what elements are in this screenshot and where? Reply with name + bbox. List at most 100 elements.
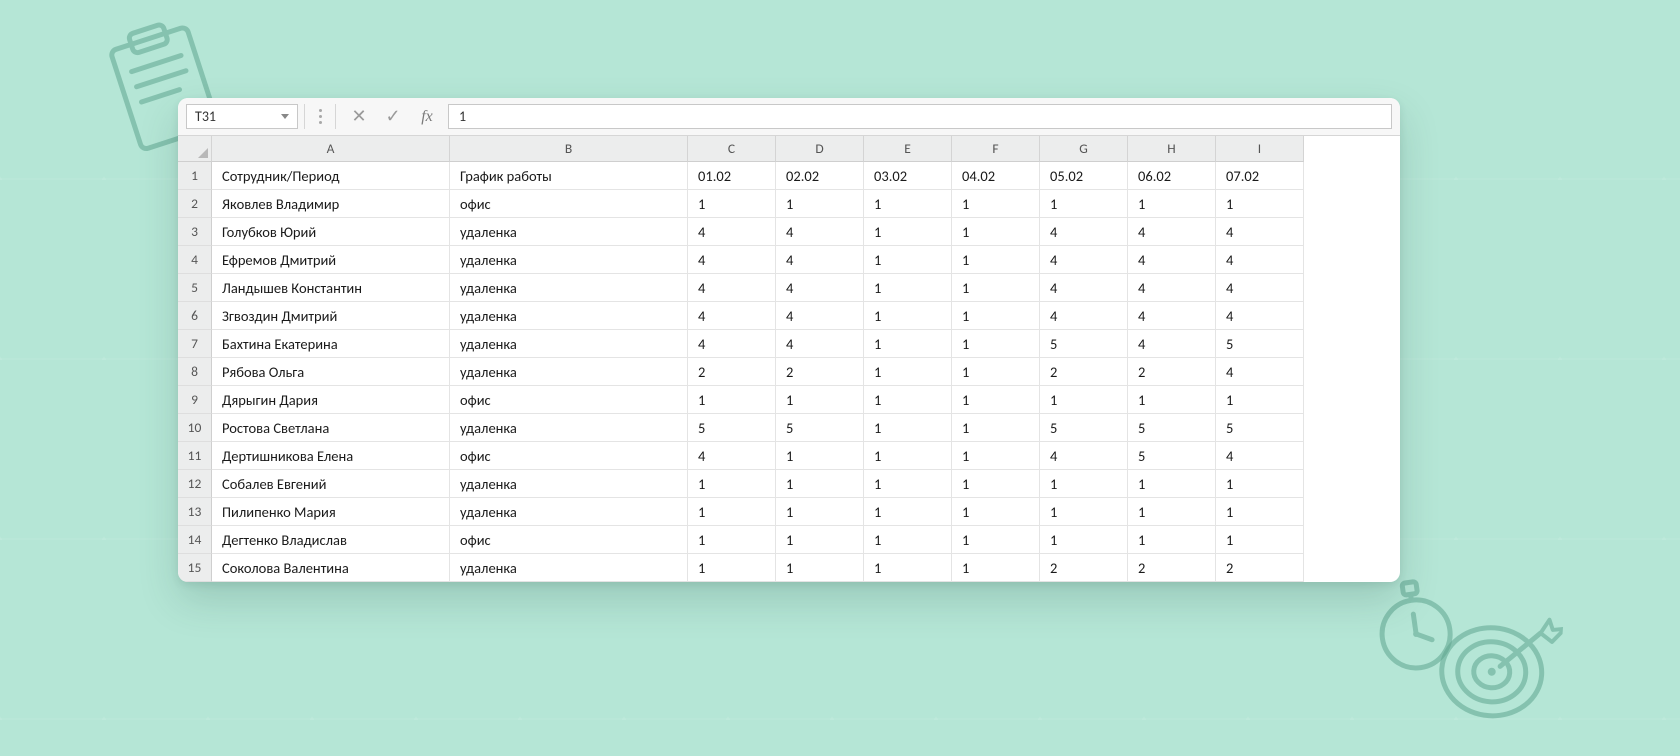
cell[interactable]: 4	[1040, 302, 1128, 330]
cell[interactable]: 4	[688, 302, 776, 330]
formula-input[interactable]: 1	[448, 104, 1392, 129]
column-header[interactable]: D	[776, 136, 864, 162]
cell[interactable]: 1	[952, 470, 1040, 498]
column-header[interactable]: A	[212, 136, 450, 162]
cell[interactable]: 4	[776, 246, 864, 274]
row-header[interactable]: 6	[178, 302, 212, 330]
row-header[interactable]: 4	[178, 246, 212, 274]
insert-function-button[interactable]: fx	[410, 98, 444, 135]
cell[interactable]: 4	[1216, 274, 1304, 302]
cell[interactable]: 4	[1128, 246, 1216, 274]
cell[interactable]: 4	[1128, 274, 1216, 302]
cell[interactable]: 1	[1128, 526, 1216, 554]
cell[interactable]: 4	[688, 330, 776, 358]
cell[interactable]: 4	[776, 330, 864, 358]
cell[interactable]: 07.02	[1216, 162, 1304, 190]
cell[interactable]: 1	[1128, 386, 1216, 414]
cell[interactable]: 1	[952, 218, 1040, 246]
cell[interactable]: 4	[1128, 218, 1216, 246]
cell[interactable]: 4	[1128, 302, 1216, 330]
column-header[interactable]: E	[864, 136, 952, 162]
cell[interactable]: 5	[1128, 414, 1216, 442]
cell[interactable]: 1	[776, 498, 864, 526]
cell[interactable]: 1	[1128, 190, 1216, 218]
cell[interactable]: Собалев Евгений	[212, 470, 450, 498]
cell[interactable]: 1	[864, 190, 952, 218]
accept-formula-button[interactable]: ✓	[376, 98, 410, 135]
name-box[interactable]: T31	[186, 104, 298, 129]
cell[interactable]: 1	[952, 190, 1040, 218]
cell[interactable]: 03.02	[864, 162, 952, 190]
column-header[interactable]: G	[1040, 136, 1128, 162]
cell[interactable]: 1	[1216, 386, 1304, 414]
cell[interactable]: 4	[776, 274, 864, 302]
cell[interactable]: 1	[864, 470, 952, 498]
cell[interactable]: Дярыгин Дария	[212, 386, 450, 414]
cell[interactable]: 1	[864, 498, 952, 526]
cell[interactable]: удаленка	[450, 470, 688, 498]
cell[interactable]: 5	[1216, 330, 1304, 358]
cell[interactable]: 02.02	[776, 162, 864, 190]
cell[interactable]: 1	[952, 274, 1040, 302]
row-header[interactable]: 3	[178, 218, 212, 246]
cell[interactable]: 1	[1216, 470, 1304, 498]
cell[interactable]: Сотрудник/Период	[212, 162, 450, 190]
cell[interactable]: 5	[1040, 330, 1128, 358]
select-all-corner[interactable]	[178, 136, 212, 162]
column-header[interactable]: H	[1128, 136, 1216, 162]
cell[interactable]: 1	[1040, 386, 1128, 414]
column-header[interactable]: F	[952, 136, 1040, 162]
cell[interactable]: 1	[1040, 190, 1128, 218]
cell[interactable]: 1	[864, 358, 952, 386]
cell[interactable]: 4	[1216, 442, 1304, 470]
cell[interactable]: 1	[864, 246, 952, 274]
row-header[interactable]: 14	[178, 526, 212, 554]
cell[interactable]: 4	[1216, 302, 1304, 330]
cell[interactable]: 1	[864, 302, 952, 330]
column-header[interactable]: C	[688, 136, 776, 162]
cell[interactable]: офис	[450, 526, 688, 554]
cell[interactable]: 1	[688, 386, 776, 414]
row-header[interactable]: 10	[178, 414, 212, 442]
cell[interactable]: 1	[1216, 526, 1304, 554]
cell[interactable]: 1	[864, 442, 952, 470]
cell[interactable]: 1	[864, 526, 952, 554]
cell[interactable]: 2	[1128, 554, 1216, 582]
cell[interactable]: 4	[1216, 246, 1304, 274]
cell[interactable]: 4	[1216, 358, 1304, 386]
cell[interactable]: 2	[1216, 554, 1304, 582]
row-header[interactable]: 9	[178, 386, 212, 414]
cell[interactable]: 4	[688, 274, 776, 302]
cell[interactable]: 4	[1040, 246, 1128, 274]
cell[interactable]: офис	[450, 386, 688, 414]
cell[interactable]: 1	[688, 526, 776, 554]
cell[interactable]: 1	[952, 498, 1040, 526]
cell[interactable]: удаленка	[450, 246, 688, 274]
cell[interactable]: 1	[864, 274, 952, 302]
cell[interactable]: Ландышев Константин	[212, 274, 450, 302]
cell[interactable]: 4	[776, 218, 864, 246]
cell[interactable]: 5	[1128, 442, 1216, 470]
cell[interactable]: 5	[1040, 414, 1128, 442]
cell[interactable]: 1	[864, 218, 952, 246]
cell[interactable]: 2	[776, 358, 864, 386]
cell[interactable]: 1	[776, 526, 864, 554]
cell[interactable]: 2	[688, 358, 776, 386]
cell[interactable]: удаленка	[450, 498, 688, 526]
cell[interactable]: 4	[688, 442, 776, 470]
row-header[interactable]: 13	[178, 498, 212, 526]
cell[interactable]: Дертишникова Елена	[212, 442, 450, 470]
cell[interactable]: 1	[952, 554, 1040, 582]
cell[interactable]: 4	[1040, 274, 1128, 302]
cell[interactable]: Пилипенко Мария	[212, 498, 450, 526]
cell[interactable]: 4	[776, 302, 864, 330]
cell[interactable]: 1	[1216, 190, 1304, 218]
cell[interactable]: 1	[776, 190, 864, 218]
cell[interactable]: 1	[1040, 470, 1128, 498]
cell[interactable]: 1	[688, 470, 776, 498]
cell[interactable]: Соколова Валентина	[212, 554, 450, 582]
cell[interactable]: 1	[1128, 498, 1216, 526]
row-header[interactable]: 2	[178, 190, 212, 218]
cell[interactable]: Дегтенко Владислав	[212, 526, 450, 554]
cell[interactable]: 1	[688, 190, 776, 218]
